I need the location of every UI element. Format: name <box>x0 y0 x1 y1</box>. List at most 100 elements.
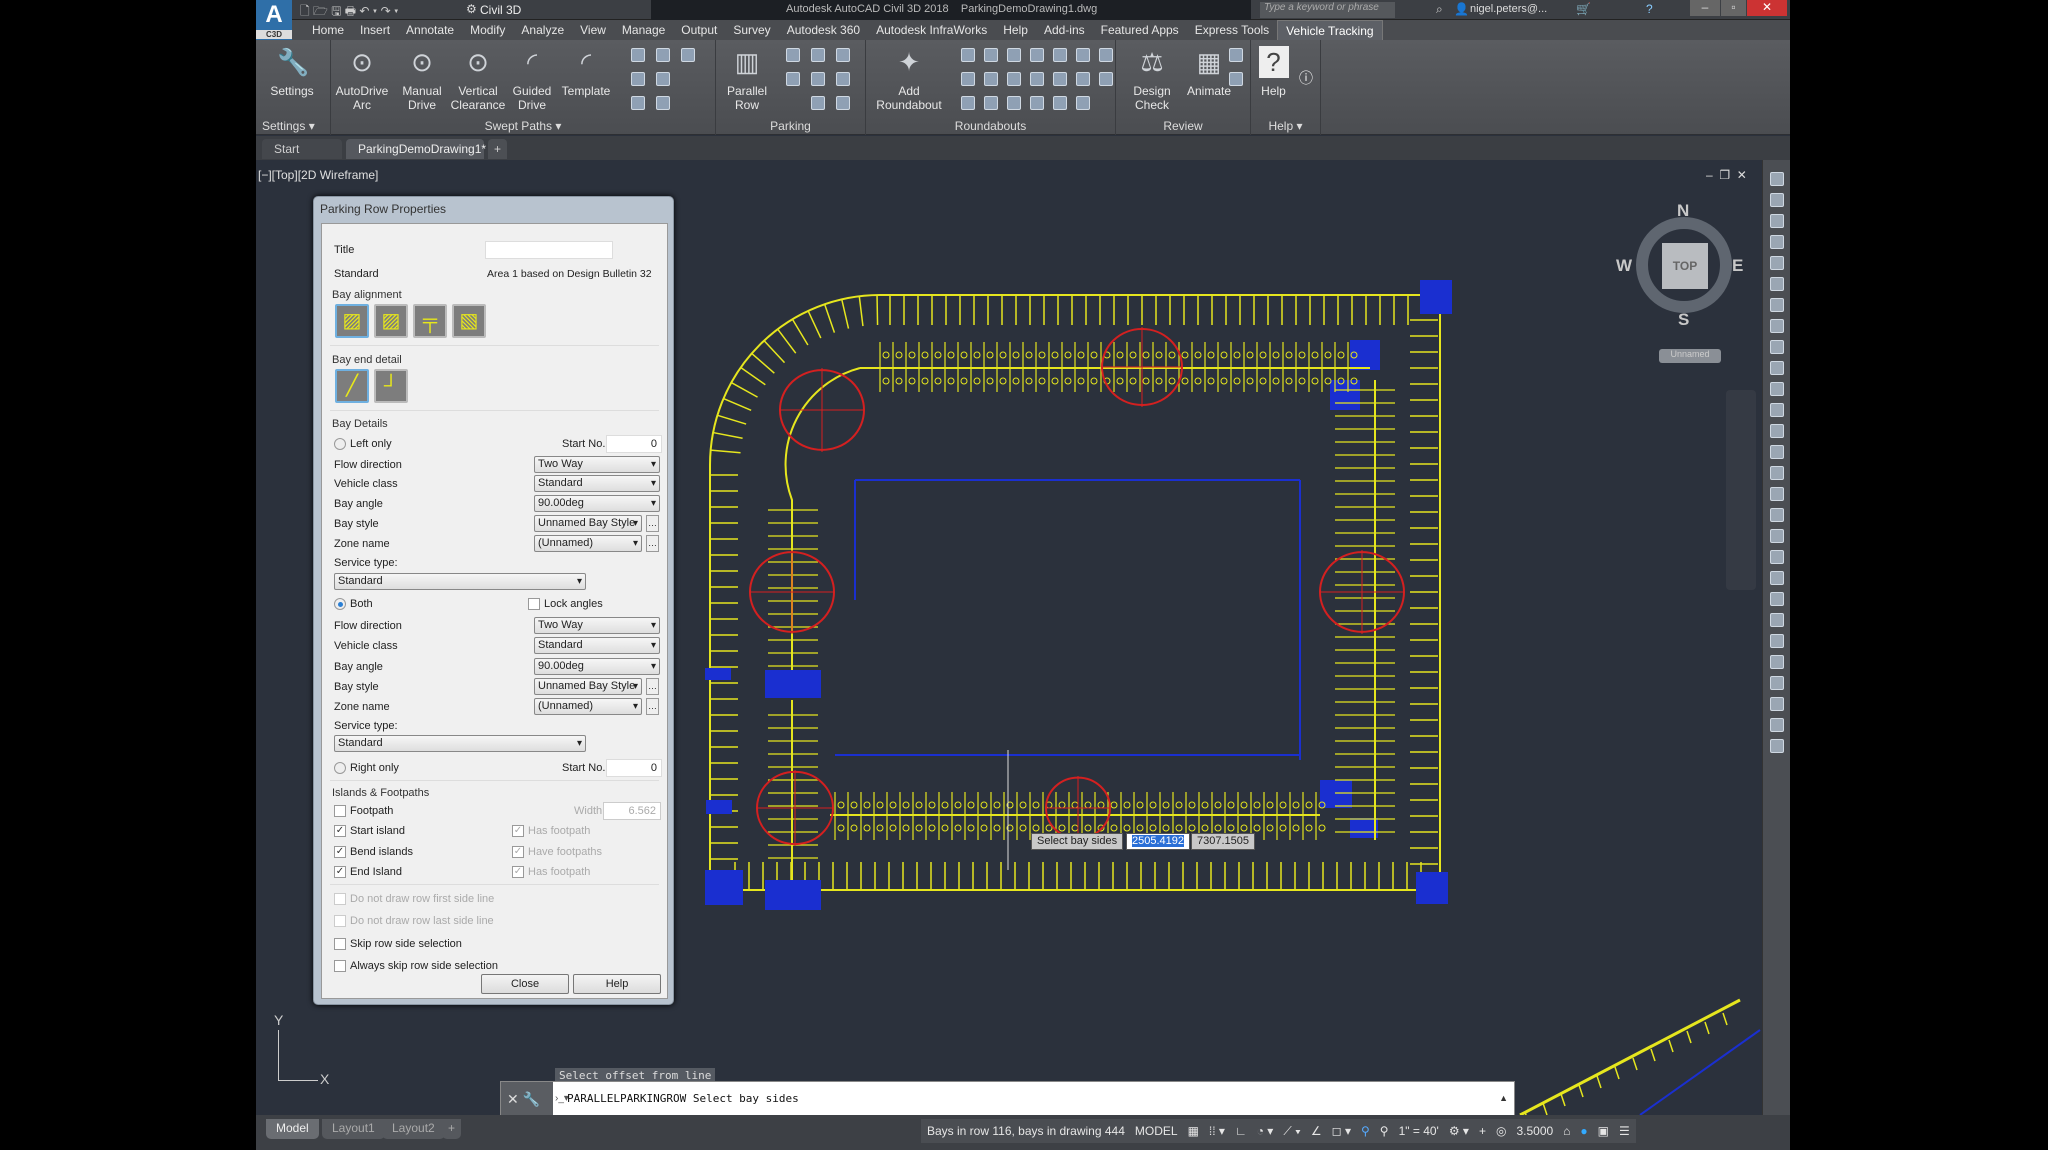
parking-tool-icon[interactable] <box>786 48 800 62</box>
roundabout-tool-icon[interactable] <box>961 72 975 86</box>
roundabout-tool-icon[interactable] <box>1030 48 1044 62</box>
both-radio[interactable]: Both <box>334 595 373 613</box>
panel-label[interactable]: Swept Paths ▾ <box>331 119 715 133</box>
parking-tool-icon[interactable] <box>836 96 850 110</box>
tab-start[interactable]: Start <box>262 139 342 159</box>
left-service-type-select[interactable]: Standard <box>334 573 586 590</box>
palette-tool-icon[interactable] <box>1770 403 1784 417</box>
start-has-footpath-checkbox[interactable]: ✓ Has footpath <box>512 822 590 840</box>
tool-palette-strip[interactable] <box>1762 160 1790 1115</box>
ribbon-tab-express-tools[interactable]: Express Tools <box>1187 20 1277 40</box>
left-flow-direction-select[interactable]: Two Way <box>534 456 660 473</box>
tool-icon[interactable] <box>631 96 645 110</box>
search-input[interactable]: Type a keyword or phrase <box>1260 2 1395 18</box>
standard-value[interactable]: Area 1 based on Design Bulletin 32 <box>487 265 652 283</box>
roundabout-tool-icon[interactable] <box>1053 48 1067 62</box>
viewport-window-controls[interactable]: – ❐ ✕ <box>1706 168 1747 182</box>
bay-end-stepped[interactable]: ┘ <box>374 369 408 403</box>
palette-tool-icon[interactable] <box>1770 508 1784 522</box>
roundabout-tool-icon[interactable] <box>1030 96 1044 110</box>
cursor-x-input[interactable]: 2505.4192 <box>1126 833 1190 850</box>
tab-layout2[interactable]: Layout2 <box>382 1119 445 1139</box>
parking-tool-icon[interactable] <box>811 96 825 110</box>
palette-tool-icon[interactable] <box>1770 298 1784 312</box>
no-first-side-line-checkbox[interactable]: Do not draw row first side line <box>334 890 494 908</box>
skip-row-side-checkbox[interactable]: Skip row side selection <box>334 935 462 953</box>
parking-tool-icon[interactable] <box>836 72 850 86</box>
roundabout-tool-icon[interactable] <box>1007 48 1021 62</box>
cursor-y-input[interactable]: 7307.1505 <box>1191 833 1255 850</box>
hardware-acceleration-icon[interactable]: ● <box>1580 1124 1587 1138</box>
command-history-toggle[interactable]: ▲ <box>1499 1093 1508 1103</box>
panel-label[interactable]: Settings ▾ <box>262 119 330 133</box>
bay-alignment-option-2[interactable]: ▨ <box>374 304 408 338</box>
roundabout-tool-icon[interactable] <box>1076 72 1090 86</box>
roundabout-tool-icon[interactable] <box>1030 72 1044 86</box>
palette-tool-icon[interactable] <box>1770 676 1784 690</box>
command-line[interactable]: ✕ 🔧 ›_▾ PARALLELPARKINGROW Select bay si… <box>500 1081 1515 1118</box>
bend-have-footpaths-checkbox[interactable]: ✓ Have footpaths <box>512 843 602 861</box>
roundabout-tool-icon[interactable] <box>1053 96 1067 110</box>
palette-tool-icon[interactable] <box>1770 340 1784 354</box>
roundabout-tool-icon[interactable] <box>1007 72 1021 86</box>
ribbon-tab-help[interactable]: Help <box>995 20 1036 40</box>
app-menu-button[interactable]: A C3D <box>256 0 292 40</box>
roundabout-tool-icon[interactable] <box>984 72 998 86</box>
ribbon-tab-featured-apps[interactable]: Featured Apps <box>1093 20 1187 40</box>
lock-angles-checkbox[interactable]: Lock angles <box>528 595 603 613</box>
binoculars-icon[interactable]: ⌕ <box>1436 2 1443 17</box>
palette-tool-icon[interactable] <box>1770 445 1784 459</box>
parallel-row-button[interactable]: ▥ Parallel Row <box>716 46 778 112</box>
compass-south[interactable]: S <box>1678 310 1689 330</box>
precision-value[interactable]: 3.5000 <box>1516 1124 1553 1138</box>
both-service-type-select[interactable]: Standard <box>334 735 586 752</box>
viewcube-top-face[interactable]: TOP <box>1662 243 1708 289</box>
grid-icon[interactable]: ▦ <box>1188 1124 1199 1138</box>
start-island-checkbox[interactable]: ✓ Start island <box>334 822 405 840</box>
bay-alignment-option-3[interactable]: ╤ <box>413 304 447 338</box>
angle-icon[interactable]: ∠ <box>1311 1124 1322 1138</box>
ribbon-tab-view[interactable]: View <box>572 20 614 40</box>
tab-layout1[interactable]: Layout1 <box>322 1119 385 1139</box>
compass-north[interactable]: N <box>1677 201 1689 221</box>
parking-tool-icon[interactable] <box>836 48 850 62</box>
tab-model[interactable]: Model <box>266 1119 319 1139</box>
palette-tool-icon[interactable] <box>1770 634 1784 648</box>
model-space-toggle[interactable]: MODEL <box>1135 1124 1178 1138</box>
ribbon-tab-manage[interactable]: Manage <box>614 20 673 40</box>
command-line-controls[interactable]: ✕ 🔧 <box>501 1082 553 1117</box>
help-icon[interactable]: ? <box>1646 2 1653 16</box>
tool-icon[interactable] <box>656 72 670 86</box>
footpath-checkbox[interactable]: Footpath <box>334 802 393 820</box>
palette-tool-icon[interactable] <box>1770 571 1784 585</box>
palette-tool-icon[interactable] <box>1770 466 1784 480</box>
both-bay-style-browse-button[interactable]: … <box>646 678 659 695</box>
palette-tool-icon[interactable] <box>1770 487 1784 501</box>
palette-tool-icon[interactable] <box>1770 361 1784 375</box>
report-icon[interactable] <box>1229 48 1243 62</box>
always-skip-row-side-checkbox[interactable]: Always skip row side selection <box>334 957 498 975</box>
palette-tool-icon[interactable] <box>1770 424 1784 438</box>
roundabout-tool-icon[interactable] <box>961 48 975 62</box>
palette-tool-icon[interactable] <box>1770 214 1784 228</box>
workspace-gear-icon[interactable]: ⚙ ▾ <box>1449 1124 1469 1138</box>
title-input[interactable] <box>485 241 613 259</box>
template-button[interactable]: ◜ Template <box>555 46 617 98</box>
tool-icon[interactable] <box>656 48 670 62</box>
palette-tool-icon[interactable] <box>1770 592 1784 606</box>
annotation-scale-select[interactable]: 1" = 40' <box>1399 1124 1439 1138</box>
left-start-no-input[interactable]: 0 <box>606 435 662 453</box>
compass-east[interactable]: E <box>1732 256 1743 276</box>
roundabout-tool-icon[interactable] <box>1053 72 1067 86</box>
right-only-radio[interactable]: Right only <box>334 759 399 777</box>
settings-button[interactable]: 🔧 Settings <box>261 46 323 98</box>
design-check-button[interactable]: ⚖ Design Check <box>1116 46 1188 112</box>
roundabout-tool-icon[interactable] <box>1076 96 1090 110</box>
add-roundabout-button[interactable]: ✦ Add Roundabout <box>870 46 948 112</box>
left-bay-style-select[interactable]: Unnamed Bay Style <box>534 515 642 532</box>
snap-icon[interactable]: ⁞⁞ ▾ <box>1209 1124 1225 1138</box>
parking-tool-icon[interactable] <box>786 72 800 86</box>
palette-tool-icon[interactable] <box>1770 193 1784 207</box>
guided-drive-button[interactable]: ◜ Guided Drive <box>501 46 563 112</box>
parking-tool-icon[interactable] <box>811 72 825 86</box>
